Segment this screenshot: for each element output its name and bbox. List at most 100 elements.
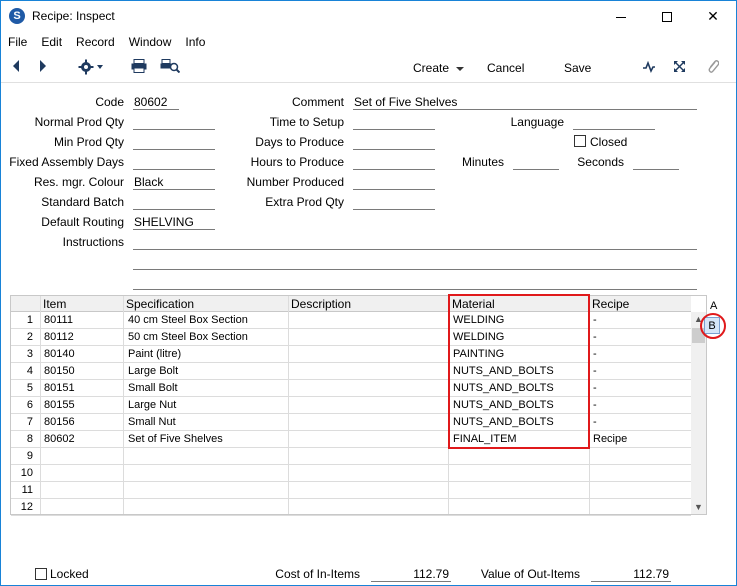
tab-b-highlight-circle [700, 313, 726, 339]
cell-row-number: 4 [26, 365, 33, 377]
cost-in-items-label: Cost of In-Items [275, 567, 360, 581]
cell-spec[interactable]: 50 cm Steel Box Section [128, 331, 248, 343]
print-button[interactable] [130, 59, 148, 77]
cell-material[interactable]: NUTS_AND_BOLTS [453, 382, 554, 394]
locked-label: Locked [50, 567, 89, 581]
close-button[interactable]: ✕ [690, 1, 736, 31]
cell-spec[interactable]: Small Bolt [128, 382, 178, 394]
scroll-down-icon[interactable]: ▼ [691, 502, 706, 512]
language-label: Language [510, 115, 564, 129]
locked-checkbox[interactable] [35, 568, 47, 580]
menu-window[interactable]: Window [122, 32, 179, 52]
normal-prod-qty-field[interactable] [133, 115, 215, 130]
cell-item[interactable]: 80111 [44, 314, 73, 326]
cell-row-number: 6 [26, 399, 33, 411]
next-record-button[interactable] [36, 59, 50, 77]
cell-spec[interactable]: Paint (litre) [128, 348, 181, 360]
arrow-right-icon [40, 60, 46, 72]
minimize-button[interactable] [598, 1, 644, 31]
menu-record[interactable]: Record [69, 32, 122, 52]
cell-row-number: 2 [26, 331, 33, 343]
instructions-line-3[interactable] [133, 275, 697, 290]
cell-row-number: 10 [20, 467, 33, 479]
hours-to-produce-field[interactable] [353, 155, 435, 170]
cost-in-items-field: 112.79 [371, 567, 451, 582]
create-label: Create [413, 61, 450, 75]
cell-item[interactable]: 80112 [44, 331, 74, 343]
save-button[interactable]: Save [564, 59, 591, 77]
extra-prod-qty-field[interactable] [353, 195, 435, 210]
cell-material[interactable]: FINAL_ITEM [453, 433, 517, 445]
operations-menu-button[interactable] [77, 59, 105, 77]
paperclip-icon [708, 60, 720, 73]
code-label: Code [95, 95, 124, 109]
cell-item[interactable]: 80150 [44, 365, 75, 377]
cell-spec[interactable]: Large Nut [128, 399, 176, 411]
cell-recipe[interactable]: - [593, 399, 597, 411]
print-preview-button[interactable] [159, 59, 181, 77]
cell-material[interactable]: WELDING [453, 314, 504, 326]
attachment-button[interactable] [705, 59, 721, 77]
grid-scrollbar[interactable]: ▲ ▼ [691, 312, 706, 514]
fixed-assembly-days-field[interactable] [133, 155, 215, 170]
grid-tab-a[interactable]: A [710, 300, 717, 312]
recipe-window: S Recipe: Inspect ✕ File Edit Record Win… [0, 0, 737, 586]
comment-label: Comment [291, 95, 344, 109]
create-button[interactable]: Create [413, 59, 465, 77]
menu-bar: File Edit Record Window Info [1, 32, 736, 52]
cell-material[interactable]: PAINTING [453, 348, 504, 360]
cell-item[interactable]: 80602 [44, 433, 75, 445]
col-divider [123, 296, 124, 514]
menu-file[interactable]: File [1, 32, 34, 52]
cell-material[interactable]: WELDING [453, 331, 504, 343]
cell-item[interactable]: 80140 [44, 348, 75, 360]
instructions-label: Instructions [62, 235, 124, 249]
cell-spec[interactable]: 40 cm Steel Box Section [128, 314, 248, 326]
standard-batch-field[interactable] [133, 195, 215, 210]
cell-recipe[interactable]: - [593, 348, 597, 360]
cell-material[interactable]: NUTS_AND_BOLTS [453, 365, 554, 377]
instructions-line-2[interactable] [133, 255, 697, 270]
maximize-button[interactable] [644, 1, 690, 31]
cell-item[interactable]: 80151 [44, 382, 75, 394]
cell-recipe[interactable]: Recipe [593, 433, 627, 445]
default-routing-field[interactable]: SHELVING [133, 215, 215, 230]
value-out-items-field: 112.79 [591, 567, 671, 582]
code-field[interactable]: 80602 [133, 95, 179, 110]
days-to-produce-label: Days to Produce [255, 135, 344, 149]
cell-material[interactable]: NUTS_AND_BOLTS [453, 399, 554, 411]
cell-row-number: 12 [20, 501, 33, 513]
min-prod-qty-field[interactable] [133, 135, 215, 150]
menu-edit[interactable]: Edit [34, 32, 69, 52]
cell-spec[interactable]: Large Bolt [128, 365, 178, 377]
cell-item[interactable]: 80155 [44, 399, 75, 411]
res-mgr-colour-field[interactable]: Black [133, 175, 215, 190]
seconds-field[interactable] [633, 155, 679, 170]
title-bar: S Recipe: Inspect ✕ [1, 1, 736, 31]
minutes-field[interactable] [513, 155, 559, 170]
expand-icon [673, 61, 685, 72]
cell-spec[interactable]: Small Nut [128, 416, 176, 428]
language-field[interactable] [573, 115, 655, 130]
cell-item[interactable]: 80156 [44, 416, 75, 428]
comment-field[interactable]: Set of Five Shelves [353, 95, 697, 110]
cell-recipe[interactable]: - [593, 365, 597, 377]
cell-spec[interactable]: Set of Five Shelves [128, 433, 223, 445]
menu-info[interactable]: Info [178, 32, 212, 52]
cancel-button[interactable]: Cancel [487, 59, 524, 77]
number-produced-field[interactable] [353, 175, 435, 190]
col-divider [589, 296, 590, 514]
cell-recipe[interactable]: - [593, 314, 597, 326]
activity-button[interactable] [641, 59, 657, 77]
expand-button[interactable] [671, 59, 687, 77]
cell-recipe[interactable]: - [593, 331, 597, 343]
cell-recipe[interactable]: - [593, 382, 597, 394]
cell-row-number: 11 [21, 484, 33, 496]
cell-material[interactable]: NUTS_AND_BOLTS [453, 416, 554, 428]
previous-record-button[interactable] [9, 59, 23, 77]
closed-checkbox[interactable] [574, 135, 586, 147]
time-to-setup-field[interactable] [353, 115, 435, 130]
instructions-line-1[interactable] [133, 235, 697, 250]
days-to-produce-field[interactable] [353, 135, 435, 150]
cell-recipe[interactable]: - [593, 416, 597, 428]
